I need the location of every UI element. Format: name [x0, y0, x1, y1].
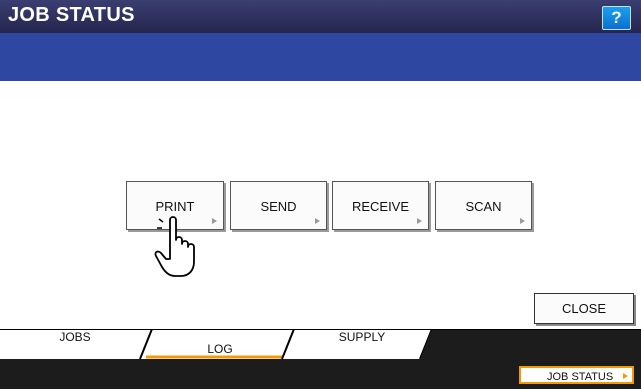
arrow-right-icon — [520, 218, 525, 224]
title-bar: JOB STATUS ? — [0, 0, 641, 33]
close-button[interactable]: CLOSE — [534, 293, 634, 324]
pointer-hand-icon — [154, 216, 195, 277]
job-status-label: JOB STATUS — [547, 371, 614, 383]
help-button[interactable]: ? — [602, 6, 631, 30]
job-status-button[interactable]: JOB STATUS — [519, 366, 634, 384]
tab-bar: JOBS LOG SUPPLY — [0, 329, 641, 359]
arrow-right-icon — [623, 373, 628, 379]
tab-jobs[interactable]: JOBS — [40, 330, 110, 344]
header-band — [0, 33, 641, 81]
receive-button[interactable]: RECEIVE — [332, 181, 429, 230]
send-button-label: SEND — [260, 199, 297, 214]
tab-log[interactable]: LOG — [180, 342, 260, 356]
arrow-right-icon — [417, 218, 422, 224]
print-button-label: PRINT — [155, 199, 195, 214]
send-button[interactable]: SEND — [230, 181, 327, 230]
scan-button-label: SCAN — [465, 199, 502, 214]
window-title: JOB STATUS — [8, 4, 135, 26]
arrow-right-icon — [315, 218, 320, 224]
tab-supply[interactable]: SUPPLY — [322, 330, 402, 344]
scan-button[interactable]: SCAN — [435, 181, 532, 230]
receive-button-label: RECEIVE — [351, 199, 410, 214]
